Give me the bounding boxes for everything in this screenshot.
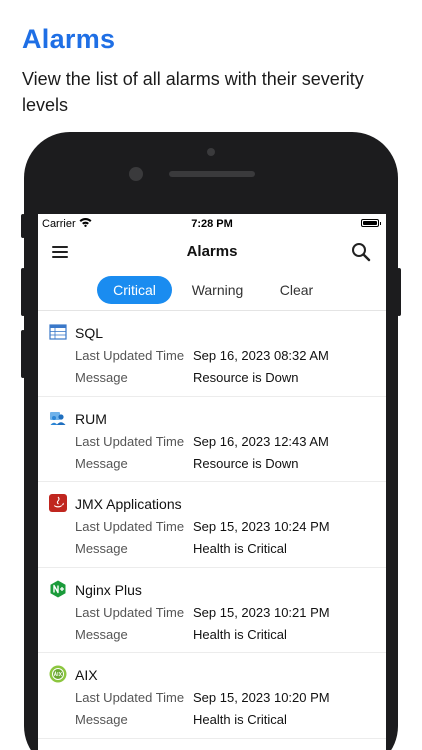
battery-icon [361,219,381,227]
severity-tabs: Critical Warning Clear [38,272,386,308]
navigation-bar: Alarms [38,234,386,270]
alarm-item-sql[interactable]: SQL Last Updated Time Sep 16, 2023 08:32… [38,311,386,397]
aix-icon [49,665,67,683]
java-icon [49,494,67,512]
message-label: Message [75,626,128,642]
rum-users-icon [50,411,66,425]
message-label: Message [75,370,128,385]
status-time: 7:28 PM [191,218,233,230]
status-bar: Carrier 7:28 PM [38,214,386,234]
message-value: Health is Critical [193,626,287,642]
message-label: Message [75,541,128,556]
last-updated-label: Last Updated Time [75,690,185,705]
promo-title: Alarms [22,24,116,54]
volume-up-button [21,268,25,316]
message-label: Message [75,712,128,727]
last-updated-label: Last Updated Time [75,604,185,620]
last-updated-label: Last Updated Time [75,519,185,534]
alarm-name: SQL [75,325,104,341]
earpiece-speaker [169,171,255,177]
mute-switch [21,214,25,238]
alarm-name: Nginx Plus [75,581,142,598]
alarm-item-jmx-applications[interactable]: JMX Applications Last Updated Time Sep 1… [38,482,386,568]
alarm-list: SQL Last Updated Time Sep 16, 2023 08:32… [38,311,386,739]
alarm-name: JMX Applications [75,496,182,512]
alarm-item-nginx-plus[interactable]: Nginx Plus Last Updated Time Sep 15, 202… [38,568,386,653]
last-updated-label: Last Updated Time [75,348,185,363]
last-updated-value: Sep 15, 2023 10:20 PM [193,690,330,705]
last-updated-label: Last Updated Time [75,433,185,449]
search-icon[interactable] [350,241,372,263]
last-updated-value: Sep 15, 2023 10:24 PM [193,519,330,534]
message-value: Resource is Down [193,370,299,385]
app-screen: Carrier 7:28 PM Alarms Critical Warning … [38,214,386,750]
power-button [397,268,401,316]
last-updated-value: Sep 16, 2023 08:32 AM [193,348,329,363]
page-title: Alarms [186,243,238,260]
front-camera-dot [207,148,215,156]
tab-critical[interactable]: Critical [97,276,172,304]
volume-down-button [21,330,25,378]
sql-database-icon [49,324,67,340]
promo-subtitle: View the list of all alarms with their s… [22,69,364,115]
last-updated-value: Sep 16, 2023 12:43 AM [193,433,329,449]
tab-warning[interactable]: Warning [181,276,254,304]
nginx-plus-icon [50,580,66,597]
message-value: Health is Critical [193,712,287,727]
proximity-sensor [129,167,143,181]
alarm-name: RUM [75,410,107,427]
tab-clear[interactable]: Clear [264,276,329,304]
message-value: Health is Critical [193,541,287,556]
alarm-item-rum[interactable]: RUM Last Updated Time Sep 16, 2023 12:43… [38,397,386,482]
alarm-name: AIX [75,667,98,683]
message-label: Message [75,455,128,471]
alarm-item-aix[interactable]: AIX Last Updated Time Sep 15, 2023 10:20… [38,653,386,739]
message-value: Resource is Down [193,455,299,471]
last-updated-value: Sep 15, 2023 10:21 PM [193,604,330,620]
